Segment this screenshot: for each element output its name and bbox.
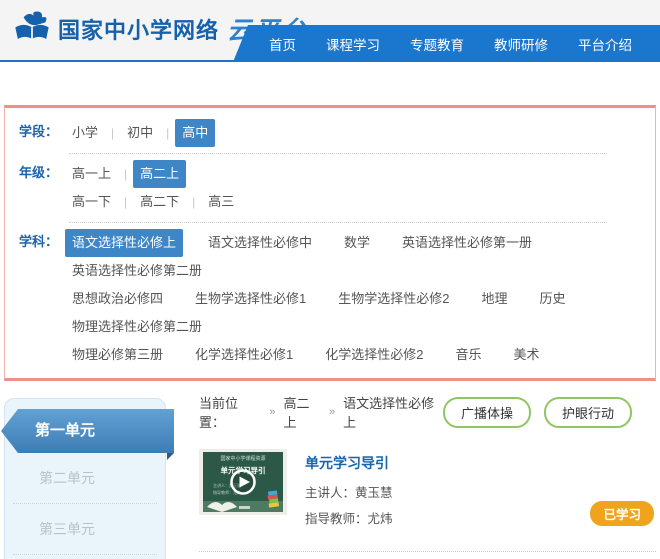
unit-sidebar: 第一单元 第二单元 第三单元 第四单元 — [4, 398, 166, 559]
subject-label: 学科： — [19, 229, 65, 255]
subject-option-english-elective-2[interactable]: 英语选择性必修第二册 — [65, 257, 209, 285]
main-panel: 当前位置： » 高二上 » 语文选择性必修上 广播体操 护眼行动 国家中小学课程… — [199, 398, 656, 559]
stage-option-primary[interactable]: 小学 — [65, 119, 105, 147]
broadcast-exercise-button[interactable]: 广播体操 — [443, 397, 531, 428]
lesson-lecturer: 主讲人：黄玉慧 — [305, 482, 393, 501]
sidebar-item-unit2[interactable]: 第二单元 — [13, 453, 157, 504]
divider: | — [166, 120, 169, 146]
eye-care-button[interactable]: 护眼行动 — [544, 397, 632, 428]
header: 国家中小学网络 云平台 首页 课程学习 专题教育 教师研修 平台介绍 — [0, 0, 660, 62]
subject-option-math[interactable]: 数学 — [337, 229, 377, 257]
content: 第一单元 第二单元 第三单元 第四单元 当前位置： » 高二上 » 语文选择性必… — [4, 398, 656, 559]
logo-title: 国家中小学网络 — [58, 13, 219, 45]
breadcrumb-subject[interactable]: 语文选择性必修上 — [343, 393, 443, 431]
nav-item-home[interactable]: 首页 — [269, 34, 296, 54]
nav-item-platform-intro[interactable]: 平台介绍 — [578, 34, 632, 54]
stage-option-junior[interactable]: 初中 — [120, 119, 160, 147]
subject-option-chemistry-2[interactable]: 化学选择性必修2 — [318, 341, 430, 369]
subject-option-politics[interactable]: 思想政治必修四 — [65, 285, 170, 313]
subject-option-biology-2[interactable]: 生物学选择性必修2 — [331, 285, 456, 313]
subject-option-physics-elective-2[interactable]: 物理选择性必修第二册 — [65, 313, 209, 341]
subject-option-music[interactable]: 音乐 — [448, 341, 488, 369]
filter-row-grade: 年级： 高一上 | 高二上 高一下 | 高二下 | 高三 — [19, 160, 641, 216]
filter-row-subject: 学科： 语文选择性必修上 语文选择性必修中 数学 英语选择性必修第一册 英语选择… — [19, 229, 641, 369]
lesson-list: 国家中小学课程资源 单元学习导引 主讲人：黄玉慧 指导教师：尤炜 — [199, 449, 656, 559]
divider: | — [111, 120, 114, 146]
video-thumbnail[interactable]: 国家中小学课程资源 单元学习导引 主讲人：黄玉慧 指导教师：尤炜 — [199, 449, 287, 515]
filter-panel: 学段： 小学 | 初中 | 高中 年级： 高一上 | 高二上 高一下 | 高二下 — [4, 105, 656, 381]
svg-text:国家中小学课程资源: 国家中小学课程资源 — [220, 455, 265, 462]
breadcrumb-separator: » — [329, 406, 335, 418]
subject-option-geography[interactable]: 地理 — [474, 285, 514, 313]
grade-label: 年级： — [19, 160, 65, 186]
sidebar-item-unit3[interactable]: 第三单元 — [13, 504, 157, 555]
subject-option-biology-1[interactable]: 生物学选择性必修1 — [188, 285, 313, 313]
sidebar-item-unit1[interactable]: 第一单元 — [1, 409, 174, 453]
subject-option-chinese-elective-2[interactable]: 语文选择性必修中 — [201, 229, 319, 257]
book-bird-logo-icon — [12, 9, 52, 49]
subject-option-history[interactable]: 历史 — [533, 285, 573, 313]
breadcrumb-grade[interactable]: 高二上 — [284, 393, 321, 431]
main-nav: 首页 课程学习 专题教育 教师研修 平台介绍 — [233, 25, 660, 62]
learned-status-badge: 已学习 — [590, 501, 654, 526]
breadcrumb-label: 当前位置： — [199, 393, 261, 431]
subject-option-chemistry-1[interactable]: 化学选择性必修1 — [188, 341, 300, 369]
filter-row-stage: 学段： 小学 | 初中 | 高中 — [19, 119, 641, 147]
grade-option-g1-1[interactable]: 高一上 — [65, 160, 118, 188]
subject-option-chinese-elective-1[interactable]: 语文选择性必修上 — [65, 229, 183, 257]
nav-item-special-education[interactable]: 专题教育 — [410, 34, 464, 54]
breadcrumb: 当前位置： » 高二上 » 语文选择性必修上 广播体操 护眼行动 — [199, 398, 656, 426]
sidebar-item-unit4[interactable]: 第四单元 — [13, 555, 157, 559]
nav-item-teacher-training[interactable]: 教师研修 — [494, 34, 548, 54]
subject-option-art[interactable]: 美术 — [507, 341, 547, 369]
grade-option-g1-2[interactable]: 高一下 — [65, 188, 118, 216]
dotted-separator — [69, 153, 607, 154]
divider: | — [192, 189, 195, 215]
grade-option-g2-1[interactable]: 高二上 — [133, 160, 186, 188]
lesson-card: 国家中小学课程资源 单元学习导引 主讲人：黄玉慧 指导教师：尤炜 — [199, 449, 656, 552]
subject-option-english-elective-1[interactable]: 英语选择性必修第一册 — [395, 229, 539, 257]
divider: | — [124, 161, 127, 187]
grade-option-g2-2[interactable]: 高二下 — [133, 188, 186, 216]
ribbon-fold — [167, 453, 174, 460]
divider: | — [124, 189, 127, 215]
nav-item-courses[interactable]: 课程学习 — [326, 34, 380, 54]
lesson-title[interactable]: 单元学习导引 — [305, 453, 393, 473]
dotted-separator — [69, 222, 607, 223]
stage-label: 学段： — [19, 119, 65, 145]
grade-option-g3[interactable]: 高三 — [201, 188, 241, 216]
stage-option-senior[interactable]: 高中 — [175, 119, 215, 147]
subject-option-physics-3[interactable]: 物理必修第三册 — [65, 341, 170, 369]
lesson-advisor: 指导教师：尤炜 — [305, 508, 393, 527]
breadcrumb-separator: » — [269, 406, 275, 418]
